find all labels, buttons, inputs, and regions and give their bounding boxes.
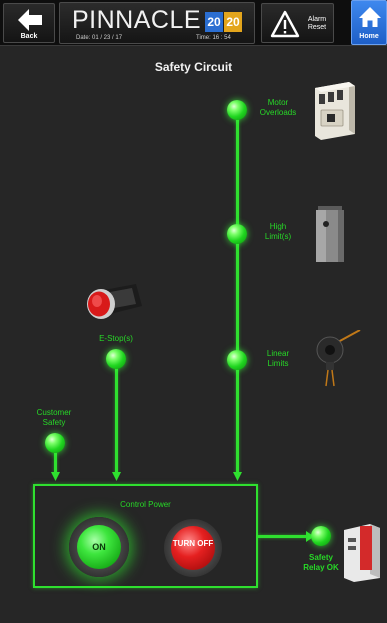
motor-overload-device-icon: [315, 82, 355, 140]
customer-safety-label: Customer Safety: [36, 408, 72, 427]
off-button-label: TURN OFF: [171, 526, 215, 570]
high-limits-indicator: [227, 224, 247, 244]
control-power-title: Control Power: [120, 500, 171, 509]
control-power-off-button[interactable]: TURN OFF: [164, 519, 222, 577]
safety-circuit-screen: Back PINNACLE 20 20 Date: 01 / 23 / 17 T…: [0, 0, 387, 623]
safety-relay-indicator: [311, 526, 331, 546]
estop-device-icon: [87, 284, 142, 319]
high-limit-device-icon: [316, 206, 344, 262]
customer-safety-indicator: [45, 433, 65, 453]
linear-limits-label: Linear Limits: [266, 349, 290, 368]
motor-overloads-label: Motor Overloads: [259, 98, 297, 117]
control-power-panel: Control Power: [33, 484, 258, 588]
control-power-on-button[interactable]: ON: [69, 517, 129, 577]
estop-label: E-Stop(s): [99, 334, 133, 343]
linear-limits-indicator: [227, 350, 247, 370]
linear-limit-device-icon: [316, 330, 361, 387]
estop-indicator: [106, 349, 126, 369]
safety-relay-device-icon: [344, 524, 380, 582]
safety-relay-label: Safety Relay OK: [303, 553, 339, 572]
on-button-label: ON: [77, 525, 121, 569]
motor-overloads-indicator: [227, 100, 247, 120]
high-limits-label: High Limit(s): [264, 222, 292, 241]
